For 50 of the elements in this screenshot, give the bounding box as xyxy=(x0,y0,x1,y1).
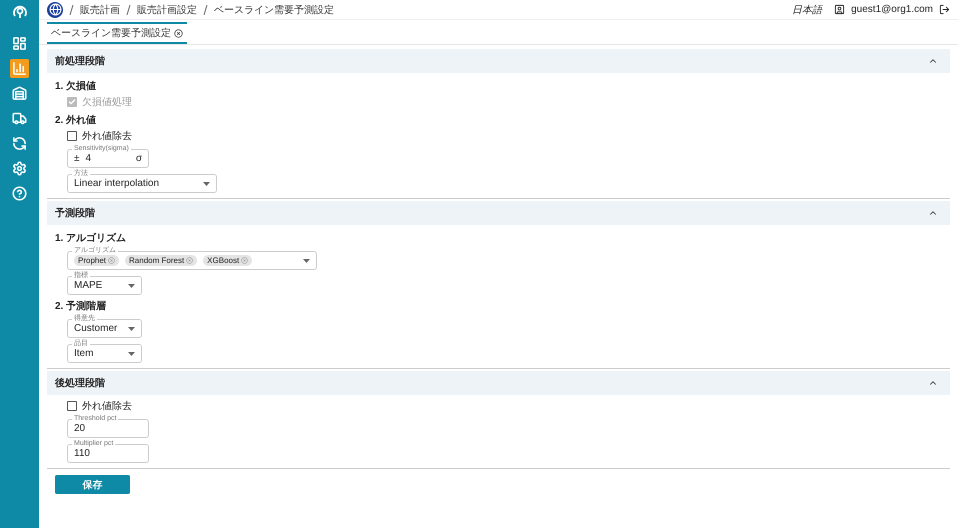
sidebar-item[interactable] xyxy=(10,59,29,78)
user-email: guest1@org1.com xyxy=(851,4,933,15)
logo-icon xyxy=(12,3,28,19)
dropdown-caret-icon xyxy=(128,284,135,288)
remove-icon[interactable] xyxy=(108,257,116,264)
chip[interactable]: Random Forest xyxy=(125,255,198,266)
close-icon[interactable] xyxy=(174,28,183,38)
globe-icon[interactable] xyxy=(47,2,63,18)
language-link[interactable]: 日本語 xyxy=(792,2,822,16)
logout-icon[interactable] xyxy=(939,4,950,15)
save-button[interactable]: 保存 xyxy=(55,475,130,494)
settings-icon xyxy=(12,161,27,176)
breadcrumb-separator xyxy=(203,4,208,14)
sidebar-item[interactable] xyxy=(10,159,29,178)
subsection-heading: 1. 欠損値 xyxy=(55,80,96,93)
section-header[interactable]: 後処理段階 xyxy=(47,371,950,395)
bar-chart-icon xyxy=(12,61,27,76)
remove-icon[interactable] xyxy=(186,257,194,264)
chip[interactable]: Prophet xyxy=(74,255,120,266)
subsection-heading: 1. アルゴリズム xyxy=(55,232,126,245)
breadcrumb-link[interactable]: 販売計画 xyxy=(80,2,120,16)
sidebar-item[interactable] xyxy=(10,34,29,53)
breadcrumb-separator xyxy=(69,4,74,14)
checkbox-label[interactable]: 外れ値除去 xyxy=(67,399,132,413)
subsection-heading: 2. 予測階層 xyxy=(55,300,106,313)
help-icon xyxy=(12,186,27,201)
dropdown-caret-icon xyxy=(303,258,310,262)
section-header[interactable]: 予測段階 xyxy=(47,201,950,225)
dropdown-caret-icon xyxy=(128,352,135,356)
refresh-icon xyxy=(12,136,27,151)
dropdown-caret-icon xyxy=(128,326,135,330)
user-icon xyxy=(834,4,846,15)
breadcrumb-link[interactable]: 販売計画設定 xyxy=(137,2,197,16)
sidebar-item[interactable] xyxy=(10,134,29,153)
dashboard-icon xyxy=(12,36,27,51)
subsection-heading: 2. 外れ値 xyxy=(55,114,96,127)
breadcrumb-link[interactable]: ベースライン需要予測設定 xyxy=(214,2,334,16)
sidebar-item[interactable] xyxy=(10,184,29,203)
chip[interactable]: XGBoost xyxy=(203,255,252,266)
checkbox-label[interactable]: 外れ値除去 xyxy=(67,129,132,143)
truck-icon xyxy=(12,111,27,126)
warehouse-icon xyxy=(12,86,27,101)
sidebar-item[interactable] xyxy=(10,84,29,103)
dropdown-caret-icon xyxy=(203,182,210,186)
remove-icon[interactable] xyxy=(241,257,248,264)
breadcrumb-separator xyxy=(126,4,131,14)
checkbox[interactable] xyxy=(67,401,77,411)
section-header[interactable]: 前処理段階 xyxy=(47,49,950,73)
checkbox[interactable] xyxy=(67,131,77,141)
tab[interactable]: ベースライン需要予測設定 xyxy=(47,22,187,44)
